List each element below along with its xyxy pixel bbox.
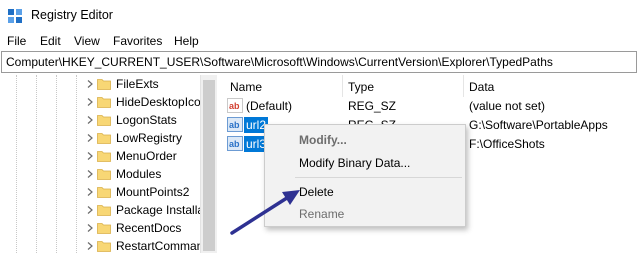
window-title: Registry Editor	[31, 8, 113, 22]
column-header-name[interactable]: Name	[230, 80, 262, 94]
menu-help[interactable]: Help	[174, 34, 199, 48]
tree-item[interactable]: LowRegistry	[0, 129, 200, 147]
tree-guide-line	[36, 75, 37, 253]
folder-icon	[97, 79, 111, 90]
tree-item-label: HideDesktopIco	[116, 95, 200, 109]
tree-item-label: FileExts	[116, 77, 159, 91]
tree-item-label: Package Installa	[116, 203, 200, 217]
menu-view[interactable]: View	[74, 34, 100, 48]
tree-item-label: MenuOrder	[116, 149, 177, 163]
column-divider[interactable]	[463, 75, 464, 97]
tree-item[interactable]: RestartComman	[0, 237, 200, 253]
chevron-right-icon[interactable]	[85, 187, 95, 197]
tree-item[interactable]: Package Installa	[0, 201, 200, 219]
binary-value-icon: ab	[227, 136, 243, 151]
folder-icon	[97, 151, 111, 162]
folder-icon	[97, 133, 111, 144]
chevron-right-icon[interactable]	[85, 151, 95, 161]
svg-text:ab: ab	[229, 120, 240, 130]
title-bar: Registry Editor	[0, 0, 638, 31]
address-path[interactable]: Computer\HKEY_CURRENT_USER\Software\Micr…	[6, 55, 553, 69]
column-header-type[interactable]: Type	[348, 80, 374, 94]
tree-guide-line	[16, 75, 17, 253]
chevron-right-icon[interactable]	[85, 205, 95, 215]
chevron-right-icon[interactable]	[85, 133, 95, 143]
annotation-arrow-icon	[230, 190, 300, 235]
folder-icon	[97, 205, 111, 216]
tree-item[interactable]: LogonStats	[0, 111, 200, 129]
value-data: (value not set)	[469, 99, 546, 113]
tree-item-label: RestartComman	[116, 239, 200, 253]
value-data: G:\Software\PortableApps	[469, 118, 608, 132]
tree-item[interactable]: RecentDocs	[0, 219, 200, 237]
tree-guide-line	[56, 75, 57, 253]
folder-icon	[97, 187, 111, 198]
tree-item-label: LogonStats	[116, 113, 177, 127]
value-name[interactable]: (Default)	[246, 99, 292, 113]
tree-item-label: LowRegistry	[116, 131, 183, 145]
value-data: F:\OfficeShots	[469, 137, 545, 151]
menu-item-modify-binary-data[interactable]: Modify Binary Data...	[299, 156, 410, 170]
menu-item-modify[interactable]: Modify...	[299, 133, 347, 147]
tree-item[interactable]: MenuOrder	[0, 147, 200, 165]
svg-text:ab: ab	[229, 101, 240, 111]
column-divider[interactable]	[342, 75, 343, 97]
tree-item[interactable]: FileExts	[0, 75, 200, 93]
tree-guide-line	[76, 75, 77, 253]
tree-scrollbar-thumb[interactable]	[203, 80, 215, 251]
folder-icon	[97, 241, 111, 252]
menu-edit[interactable]: Edit	[40, 34, 61, 48]
list-row[interactable]: ab (Default) REG_SZ (value not set)	[221, 97, 638, 116]
tree-item[interactable]: HideDesktopIco	[0, 93, 200, 111]
menu-bar: File Edit View Favorites Help	[0, 31, 638, 51]
menu-favorites[interactable]: Favorites	[113, 34, 162, 48]
tree-item-label: MountPoints2	[116, 185, 190, 199]
folder-icon	[97, 169, 111, 180]
chevron-right-icon[interactable]	[85, 223, 95, 233]
tree-item[interactable]: Modules	[0, 165, 200, 183]
tree-item-label: RecentDocs	[116, 221, 182, 235]
chevron-right-icon[interactable]	[85, 79, 95, 89]
folder-icon	[97, 115, 111, 126]
folder-icon	[97, 97, 111, 108]
column-header-data[interactable]: Data	[469, 80, 494, 94]
menu-separator	[295, 177, 462, 178]
folder-icon	[97, 223, 111, 234]
chevron-right-icon[interactable]	[85, 169, 95, 179]
string-value-icon: ab	[227, 98, 243, 113]
menu-file[interactable]: File	[7, 34, 26, 48]
tree-item-label: Modules	[116, 167, 162, 181]
value-type: REG_SZ	[348, 99, 397, 113]
registry-editor-icon	[8, 9, 22, 23]
chevron-right-icon[interactable]	[85, 115, 95, 125]
chevron-right-icon[interactable]	[85, 241, 95, 251]
key-tree[interactable]: FileExts HideDesktopIco LogonStats LowRegis…	[0, 75, 200, 253]
binary-value-icon: ab	[227, 117, 243, 132]
tree-item[interactable]: MountPoints2	[0, 183, 200, 201]
chevron-right-icon[interactable]	[85, 97, 95, 107]
tree-scrollbar[interactable]	[200, 75, 217, 253]
svg-text:ab: ab	[229, 139, 240, 149]
address-bar[interactable]: Computer\HKEY_CURRENT_USER\Software\Micr…	[1, 51, 637, 73]
